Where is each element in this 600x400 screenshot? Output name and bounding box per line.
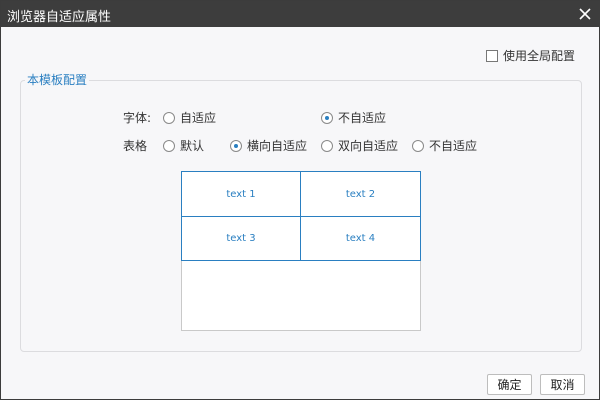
table-radio-bidirectional-adaptive[interactable]: 双向自适应 — [321, 137, 398, 154]
checkbox-box[interactable] — [486, 49, 498, 62]
radio-dot[interactable] — [163, 139, 175, 152]
table-radio-non-adaptive[interactable]: 不自适应 — [412, 137, 477, 154]
radio-dot[interactable] — [163, 111, 175, 124]
font-radio-non-adaptive-label: 不自适应 — [338, 111, 387, 125]
font-radio-adaptive[interactable]: 自适应 — [163, 109, 216, 126]
table-radio-default-label: 默认 — [180, 139, 205, 153]
close-icon — [579, 8, 591, 20]
table-radio-horizontal-label: 横向自适应 — [247, 139, 308, 153]
radio-dot-selected[interactable] — [321, 111, 333, 124]
font-row-label: 字体: — [123, 111, 152, 125]
browser-adaptive-dialog: 浏览器自适应属性 使用全局配置 本模板配置 字体: 自适应 不自适应 表格 默认… — [0, 0, 600, 400]
titlebar: 浏览器自适应属性 — [1, 1, 600, 27]
table-radio-bidirectional-label: 双向自适应 — [338, 139, 399, 153]
table-preview: text 1 text 2 text 3 text 4 — [181, 171, 421, 331]
preview-cell: text 4 — [300, 216, 421, 261]
table-row-label: 表格 — [123, 139, 148, 153]
cancel-button[interactable]: 取消 — [540, 374, 585, 395]
preview-cell: text 1 — [181, 171, 301, 217]
radio-dot[interactable] — [321, 139, 333, 152]
table-radio-horizontal-adaptive[interactable]: 横向自适应 — [230, 137, 307, 154]
close-button[interactable] — [575, 4, 595, 24]
font-radio-non-adaptive[interactable]: 不自适应 — [321, 109, 386, 126]
table-radio-default[interactable]: 默认 — [163, 137, 204, 154]
template-config-legend: 本模板配置 — [25, 71, 90, 88]
table-radio-non-adaptive-label: 不自适应 — [429, 139, 478, 153]
global-config-checkbox[interactable]: 使用全局配置 — [486, 47, 575, 64]
radio-dot[interactable] — [412, 139, 424, 152]
font-radio-adaptive-label: 自适应 — [180, 111, 217, 125]
preview-cell: text 3 — [181, 216, 301, 261]
global-config-label: 使用全局配置 — [503, 49, 576, 63]
ok-button[interactable]: 确定 — [487, 374, 532, 395]
preview-cell: text 2 — [300, 171, 421, 217]
radio-dot-selected[interactable] — [230, 139, 242, 152]
dialog-title: 浏览器自适应属性 — [7, 10, 112, 25]
